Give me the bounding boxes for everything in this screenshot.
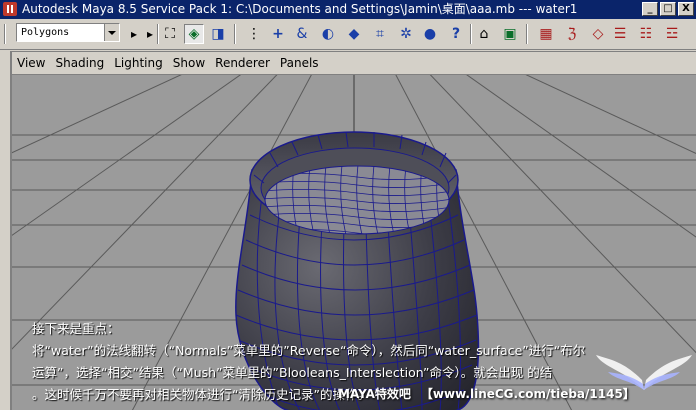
caption-line-2: 将“water”的法线翻转（“Normals”菜单里的”Reverse“命令），… <box>32 343 586 358</box>
outliner-icon[interactable]: ☷ <box>636 24 656 44</box>
close-button[interactable]: X <box>678 2 694 16</box>
render-settings-icon[interactable]: ▣ <box>500 24 520 44</box>
lock-icon[interactable]: ⌂ <box>474 24 494 44</box>
ipr-icon[interactable]: ● <box>420 24 440 44</box>
menu-lighting[interactable]: Lighting <box>109 56 168 70</box>
maya-app-icon[interactable] <box>3 2 17 16</box>
window-title: Autodesk Maya 8.5 Service Pack 1: C:\Doc… <box>22 2 578 16</box>
menu-renderer[interactable]: Renderer <box>210 56 275 70</box>
status-line-toolbar: Polygons ▸ ▸ ⛶ ◈ ◨ ⋮ + & ◐ ◆ ⌗ ✲ ● ? ⌂ ▣… <box>0 19 696 50</box>
snap-to-grid-icon[interactable]: ⋮ <box>244 24 264 44</box>
toolbar-grip[interactable] <box>4 24 6 44</box>
channel-box-icon[interactable]: ▦ <box>536 24 556 44</box>
snap-to-view-plane-icon[interactable]: ◐ <box>318 24 338 44</box>
menu-view[interactable]: View <box>12 56 50 70</box>
menu-shading[interactable]: Shading <box>50 56 109 70</box>
title-bar: Autodesk Maya 8.5 Service Pack 1: C:\Doc… <box>0 0 696 19</box>
chevron-down-icon[interactable] <box>104 24 119 41</box>
select-by-object-icon[interactable]: ◈ <box>184 24 204 44</box>
help-icon[interactable]: ? <box>446 24 466 44</box>
watermark-brand: MAYA特效吧 <box>338 387 411 401</box>
hypershade-icon[interactable]: ☲ <box>662 24 682 44</box>
history-icon[interactable]: ⌗ <box>370 24 390 44</box>
snap-to-curve-icon[interactable]: & <box>292 24 312 44</box>
panel-menu-bar: View Shading Lighting Show Renderer Pane… <box>12 52 696 75</box>
caption-line-3: 运算”，选择“相交”结果（“Mush”菜单里的”Blooleans_Inters… <box>32 365 553 380</box>
wing-logo-icon <box>596 355 692 390</box>
select-by-component-icon[interactable]: ◨ <box>208 24 228 44</box>
watermark: MAYA特效吧 【www.lineCG.com/tieba/1145】 <box>338 385 635 402</box>
menu-show[interactable]: Show <box>168 56 210 70</box>
snap-to-point-icon[interactable]: + <box>268 24 288 44</box>
menu-set-value: Polygons <box>21 27 70 38</box>
render-icon[interactable]: ✲ <box>396 24 416 44</box>
attribute-editor-icon[interactable]: ℨ <box>562 24 582 44</box>
menu-panels[interactable]: Panels <box>275 56 324 70</box>
menu-set-select[interactable]: Polygons <box>16 23 120 42</box>
maximize-button[interactable]: □ <box>660 2 676 16</box>
make-live-icon[interactable]: ◆ <box>344 24 364 44</box>
select-by-hierarchy-icon[interactable]: ⛶ <box>160 24 180 44</box>
tool-settings-icon[interactable]: ◇ <box>588 24 608 44</box>
minimize-button[interactable]: _ <box>642 2 658 16</box>
layer-editor-icon[interactable]: ☰ <box>610 24 630 44</box>
caption-line-1: 接下来是重点： <box>32 321 120 336</box>
